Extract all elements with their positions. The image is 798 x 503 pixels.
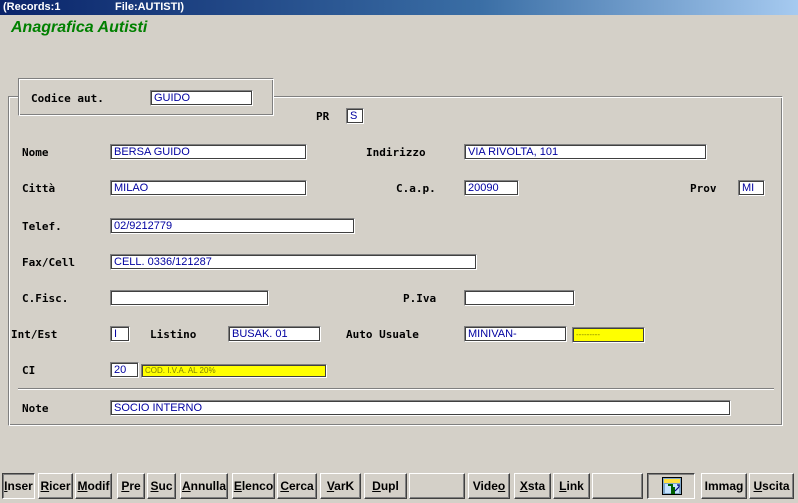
listino-field[interactable]: BUSAK. 01 [228, 326, 321, 342]
xsta-label: sta [527, 479, 546, 493]
vark-label: arK [334, 479, 355, 493]
video-hotkey: o [497, 479, 506, 493]
form-title: Anagrafica Autisti [11, 19, 148, 36]
citta-label: Città [22, 182, 56, 195]
link-hotkey: L [559, 479, 567, 493]
annulla-label: nnulla [190, 479, 226, 493]
intest-label: Int/Est [11, 328, 58, 341]
nome-label: Nome [22, 146, 49, 159]
video-label: Vide [472, 479, 498, 493]
uscita-hotkey: U [753, 479, 763, 493]
inser-label: nser [7, 479, 33, 493]
immag-label: Immag [704, 479, 744, 493]
suc-label: uc [158, 479, 173, 493]
note-field[interactable]: SOCIO INTERNO [110, 400, 731, 416]
image-button[interactable] [647, 473, 695, 499]
link-button[interactable]: Link [553, 473, 590, 499]
pr-label: PR [316, 110, 330, 123]
cap-field[interactable]: 20090 [464, 180, 519, 196]
piva-field[interactable] [464, 290, 575, 306]
vark-button[interactable]: VarK [320, 473, 361, 499]
pre-label: re [129, 479, 141, 493]
indirizzo-field[interactable]: VIA RIVOLTA, 101 [464, 144, 707, 160]
intest-field[interactable]: I [110, 326, 130, 342]
cerca-hotkey: C [280, 479, 289, 493]
modif-button[interactable]: Modif [75, 473, 112, 499]
cerca-label: erca [288, 479, 314, 493]
suc-hotkey: S [150, 479, 159, 493]
ricer-hotkey: R [40, 479, 50, 493]
suc-button[interactable]: Suc [147, 473, 176, 499]
blank-button-1[interactable] [409, 473, 465, 499]
faxcell-field[interactable]: CELL. 0336/121287 [110, 254, 477, 270]
listino-label: Listino [150, 328, 197, 341]
auto-label: Auto Usuale [346, 328, 419, 341]
nome-field[interactable]: BERSA GUIDO [110, 144, 307, 160]
ci-label: CI [22, 364, 36, 377]
auto-field[interactable]: MINIVAN- [464, 326, 567, 342]
video-button[interactable]: Video [468, 473, 510, 499]
uscita-label: scita [762, 479, 790, 493]
annulla-button[interactable]: Annulla [180, 473, 228, 499]
telef-label: Telef. [22, 220, 62, 233]
xsta-hotkey: X [519, 479, 528, 493]
xsta-button[interactable]: Xsta [514, 473, 551, 499]
inser-button[interactable]: Inser [2, 473, 35, 499]
image-icon [662, 477, 682, 495]
ci-desc: COD. I.V.A. AL 20% [141, 364, 327, 378]
codice-field[interactable]: GUIDO [150, 90, 253, 106]
cap-label: C.a.p. [396, 182, 436, 195]
uscita-button[interactable]: Uscita [749, 473, 794, 499]
dupl-hotkey: D [372, 479, 381, 493]
telef-field[interactable]: 02/9212779 [110, 218, 355, 234]
link-label: ink [566, 479, 584, 493]
modif-hotkey: M [77, 479, 88, 493]
annulla-hotkey: A [181, 479, 191, 493]
blank-button-2[interactable] [592, 473, 643, 499]
modif-label: odif [87, 479, 110, 493]
dupl-button[interactable]: Dupl [364, 473, 407, 499]
cfisc-label: C.Fisc. [22, 292, 69, 305]
note-label: Note [22, 402, 49, 415]
ricer-button[interactable]: Ricer [38, 473, 73, 499]
auto-desc: --------- [572, 327, 645, 343]
citta-field[interactable]: MILAO [110, 180, 307, 196]
faxcell-label: Fax/Cell [22, 256, 75, 269]
pr-field[interactable]: S [346, 108, 364, 124]
ci-field[interactable]: 20 [110, 362, 139, 378]
dupl-label: upl [380, 479, 399, 493]
records-count: (Records:1 [3, 1, 61, 13]
file-name: File:AUTISTI) [115, 1, 185, 13]
indirizzo-label: Indirizzo [366, 146, 426, 159]
elenco-button[interactable]: Elenco [232, 473, 275, 499]
separator [18, 388, 774, 390]
prov-label: Prov [690, 182, 717, 195]
elenco-hotkey: E [233, 479, 242, 493]
immag-button[interactable]: Immag [701, 473, 747, 499]
elenco-label: lenco [241, 479, 274, 493]
piva-label: P.Iva [403, 292, 437, 305]
title-bar: (Records:1 File:AUTISTI) [0, 0, 798, 15]
cfisc-field[interactable] [110, 290, 269, 306]
ricer-label: icer [49, 479, 71, 493]
prov-field[interactable]: MI [738, 180, 765, 196]
codice-label: Codice aut. [31, 92, 104, 105]
pre-button[interactable]: Pre [117, 473, 145, 499]
cerca-button[interactable]: Cerca [277, 473, 317, 499]
